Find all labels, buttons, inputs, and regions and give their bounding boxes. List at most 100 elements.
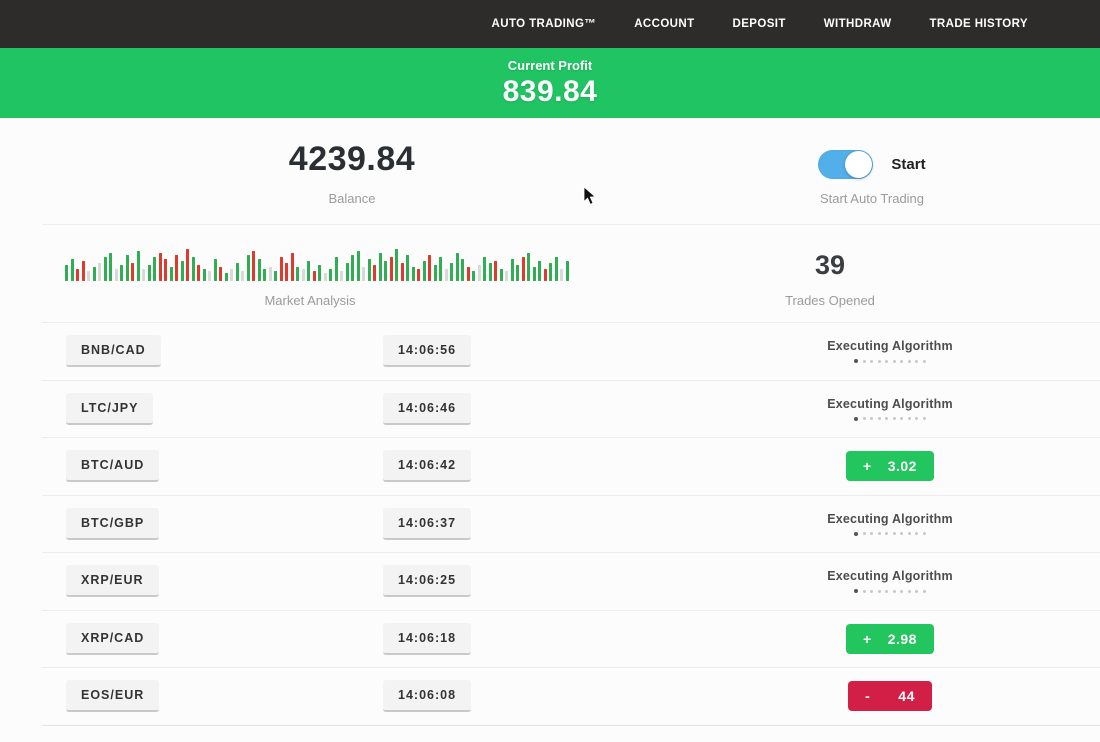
time-badge: 14:06:25 [383, 565, 471, 597]
progress-dot [878, 590, 881, 593]
result-cell: Executing Algorithm [680, 569, 1100, 593]
market-bar [252, 251, 255, 281]
current-profit-banner: Current Profit 839.84 [0, 48, 1100, 118]
progress-dot [923, 417, 926, 420]
nav-deposit[interactable]: DEPOSIT [733, 18, 786, 30]
market-bar [186, 249, 189, 281]
market-bar [423, 261, 426, 281]
progress-dot [908, 532, 911, 535]
market-bar [456, 253, 459, 281]
market-analysis-label: Market Analysis [264, 293, 355, 308]
progress-dot [870, 590, 873, 593]
result-cell: Executing Algorithm [680, 339, 1100, 363]
balance-value: 4239.84 [289, 140, 415, 179]
market-bar [434, 265, 437, 281]
market-bar [340, 271, 343, 281]
market-bar [511, 259, 514, 281]
market-bar [219, 267, 222, 281]
market-bar [148, 265, 151, 281]
market-bar [65, 265, 68, 281]
pair-badge: EOS/EUR [66, 680, 159, 712]
market-bar [362, 267, 365, 281]
market-bar [494, 261, 497, 281]
result-cell: - 44 [680, 681, 1100, 711]
market-bar [296, 267, 299, 281]
time-badge: 14:06:46 [383, 393, 471, 425]
nav-account[interactable]: ACCOUNT [634, 18, 694, 30]
market-bar [417, 269, 420, 281]
market-bar [285, 263, 288, 281]
market-bar [406, 255, 409, 281]
result-cell: Executing Algorithm [680, 512, 1100, 536]
market-bar [516, 265, 519, 281]
market-bar [329, 269, 332, 281]
auto-trading-caption: Start Auto Trading [820, 191, 924, 206]
progress-dot [885, 417, 888, 420]
auto-trading-toggle[interactable] [818, 150, 873, 179]
result-cell: +2.98 [680, 624, 1100, 654]
market-bar [538, 261, 541, 281]
result-amount: 44 [898, 688, 915, 704]
executing-algorithm-label: Executing Algorithm [827, 339, 953, 353]
market-bar [197, 265, 200, 281]
progress-dot [863, 590, 866, 593]
market-bar [351, 255, 354, 281]
progress-dot [900, 532, 903, 535]
trades-table: BNB/CAD 14:06:56 Executing Algorithm LTC… [42, 322, 1100, 725]
market-bar [522, 257, 525, 281]
progress-dot [893, 532, 896, 535]
market-bar [241, 271, 244, 281]
stats-row-market: Market Analysis 39 Trades Opened [0, 225, 1100, 322]
progress-dot [863, 360, 866, 363]
progress-dot [885, 532, 888, 535]
market-bar [384, 261, 387, 281]
market-analysis-stat: Market Analysis [0, 245, 620, 308]
progress-dot [863, 532, 866, 535]
market-bar [527, 253, 530, 281]
market-bar [472, 271, 475, 281]
market-bar [505, 271, 508, 281]
progress-dot [854, 589, 858, 593]
executing-algorithm-label: Executing Algorithm [827, 512, 953, 526]
trade-row: BTC/AUD 14:06:42 +3.02 [42, 437, 1100, 495]
progress-dot [870, 417, 873, 420]
nav-trade-history[interactable]: TRADE HISTORY [930, 18, 1029, 30]
market-bar [82, 261, 85, 281]
trade-row: XRP/EUR 14:06:25 Executing Algorithm [42, 552, 1100, 610]
market-bar [175, 255, 178, 281]
market-bar [373, 265, 376, 281]
market-bar [258, 259, 261, 281]
profit-badge: +3.02 [846, 451, 934, 481]
progress-dot [908, 360, 911, 363]
nav-withdraw[interactable]: WITHDRAW [824, 18, 892, 30]
result-cell: Executing Algorithm [680, 397, 1100, 421]
trade-row: EOS/EUR 14:06:08 -44 [42, 667, 1100, 725]
toggle-label: Start [891, 156, 925, 173]
market-bar [131, 263, 134, 281]
progress-dot [900, 360, 903, 363]
progress-dot [908, 590, 911, 593]
market-bar [302, 269, 305, 281]
market-bar [126, 255, 129, 281]
nav-auto-trading[interactable]: AUTO TRADING™ [492, 18, 597, 30]
market-bar [566, 261, 569, 281]
result-sign: - [865, 688, 870, 704]
balance-label: Balance [329, 191, 376, 206]
trades-opened-label: Trades Opened [785, 293, 875, 308]
market-bar [93, 267, 96, 281]
market-bar [120, 265, 123, 281]
pair-badge: BNB/CAD [66, 335, 161, 367]
progress-dot [878, 417, 881, 420]
executing-algorithm-label: Executing Algorithm [827, 397, 953, 411]
auto-trading-stat: Start Start Auto Trading [662, 140, 1082, 206]
market-bar [555, 257, 558, 281]
progress-dot [923, 532, 926, 535]
balance-stat: 4239.84 Balance [42, 140, 662, 206]
market-bar [500, 269, 503, 281]
progress-dot [870, 360, 873, 363]
market-bar [164, 259, 167, 281]
market-bar [98, 263, 101, 281]
market-bar [549, 263, 552, 281]
progress-dot [915, 360, 918, 363]
current-profit-value: 839.84 [503, 75, 598, 109]
